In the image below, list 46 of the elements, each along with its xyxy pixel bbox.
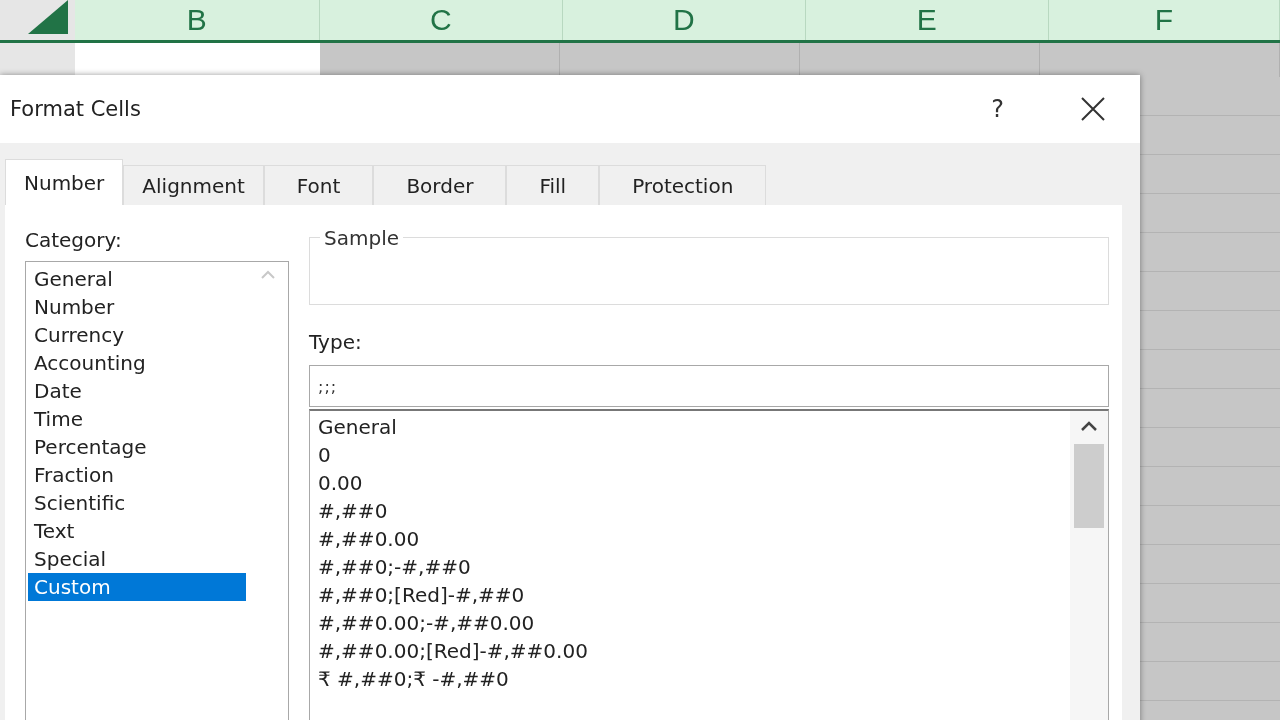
category-item[interactable]: Text (28, 517, 246, 545)
tab[interactable]: Number (5, 159, 124, 205)
help-button[interactable]: ? (985, 94, 1010, 124)
tab[interactable]: Fill (506, 165, 600, 205)
format-item[interactable]: 0 (318, 441, 1062, 469)
format-item[interactable]: #,##0 (318, 497, 1062, 525)
column-header[interactable]: E (805, 0, 1049, 40)
tab[interactable]: Font (263, 165, 374, 205)
category-label: Category: (25, 227, 123, 254)
category-item[interactable]: Scientific (28, 489, 246, 517)
category-item[interactable]: Time (28, 405, 246, 433)
format-item[interactable]: General (318, 413, 1062, 441)
selected-cell[interactable] (75, 43, 320, 77)
category-item[interactable]: Custom (28, 573, 246, 601)
close-icon[interactable] (1080, 96, 1106, 122)
category-item[interactable]: Number (28, 293, 246, 321)
type-label: Type: (309, 329, 363, 356)
format-item[interactable]: #,##0.00 (318, 525, 1062, 553)
column-header[interactable]: B (74, 0, 320, 40)
format-list[interactable]: General 0 0.00 #,##0 #,##0.00 #,##0;-#,##0 #,##0;[Red]-#,##0 #,##0.00;-#,##0.00 #,##0.00;[Red]-#,##0.00 ₹ #,##0;₹ -#,##0 (309, 409, 1109, 720)
category-list[interactable]: General Number Currency Accounting Date Time Percentage Fraction Scientific Text Special Custom (25, 261, 289, 720)
format-item[interactable]: #,##0.00;-#,##0.00 (318, 609, 1062, 637)
format-item[interactable]: #,##0.00;[Red]-#,##0.00 (318, 637, 1062, 665)
select-all-triangle-icon[interactable] (28, 0, 68, 34)
category-item[interactable]: Currency (28, 321, 246, 349)
row-header[interactable] (0, 43, 75, 77)
tab[interactable]: Alignment (123, 165, 264, 205)
category-item[interactable]: Accounting (28, 349, 246, 377)
format-item[interactable]: #,##0;-#,##0 (318, 553, 1062, 581)
category-item[interactable]: Special (28, 545, 246, 573)
window-title: Format Cells (10, 97, 142, 121)
scroll-up-icon[interactable] (1080, 421, 1098, 432)
tab[interactable]: Border (373, 165, 507, 205)
category-item[interactable]: General (28, 265, 246, 293)
column-header[interactable]: F (1048, 0, 1280, 40)
format-item[interactable]: 0.00 (318, 469, 1062, 497)
category-item[interactable]: Percentage (28, 433, 246, 461)
type-field[interactable]: ;;; (309, 365, 1109, 407)
format-item[interactable]: #,##0;[Red]-#,##0 (318, 581, 1062, 609)
category-item[interactable]: Date (28, 377, 246, 405)
column-header[interactable]: D (562, 0, 806, 40)
tab[interactable]: Protection (599, 165, 767, 205)
scrollbar-thumb[interactable] (1074, 444, 1104, 528)
category-item[interactable]: Fraction (28, 461, 246, 489)
format-item[interactable]: ₹ #,##0;₹ -#,##0 (318, 665, 1062, 693)
column-header[interactable]: C (319, 0, 563, 40)
